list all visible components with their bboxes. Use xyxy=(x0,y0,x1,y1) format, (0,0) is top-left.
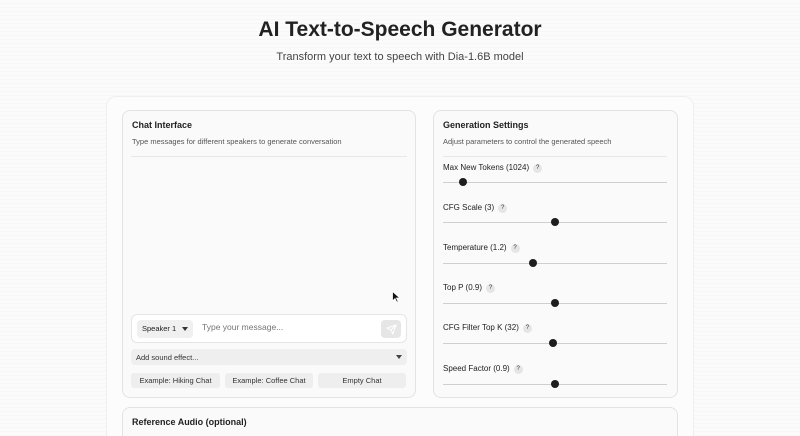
cfg-scale-label: CFG Scale (3)? xyxy=(443,203,508,213)
speed-factor-label: Speed Factor (0.9)? xyxy=(443,364,523,374)
page-subtitle: Transform your text to speech with Dia-1… xyxy=(276,51,524,63)
help-icon[interactable]: ? xyxy=(485,284,495,293)
sound-effect-select[interactable]: Add sound effect... xyxy=(131,349,407,365)
help-icon[interactable]: ? xyxy=(522,324,532,333)
mouse-pointer-icon xyxy=(392,291,401,303)
top-p-label: Top P (0.9)? xyxy=(443,283,495,293)
message-composer: Speaker 1 xyxy=(131,314,407,343)
temperature-label: Temperature (1.2)? xyxy=(443,243,520,253)
sound-effect-placeholder: Add sound effect... xyxy=(136,353,199,362)
temperature-slider[interactable] xyxy=(443,259,667,267)
settings-panel-description: Adjust parameters to control the generat… xyxy=(443,137,612,146)
settings-panel xyxy=(433,110,678,398)
speaker-select-value: Speaker 1 xyxy=(142,324,177,333)
help-icon[interactable]: ? xyxy=(513,365,523,374)
slider-thumb[interactable] xyxy=(551,218,559,226)
send-icon xyxy=(386,324,397,335)
slider-thumb[interactable] xyxy=(528,259,537,267)
help-icon[interactable]: ? xyxy=(510,244,520,253)
speed-factor-slider[interactable] xyxy=(443,380,667,388)
max-new-tokens-slider[interactable] xyxy=(443,178,667,186)
reference-audio-title: Reference Audio (optional) xyxy=(132,417,247,427)
page-title: AI Text-to-Speech Generator xyxy=(258,18,542,41)
slider-thumb[interactable] xyxy=(551,299,559,307)
empty-chat-button[interactable]: Empty Chat xyxy=(318,373,406,388)
chat-messages-area[interactable] xyxy=(131,160,407,308)
help-icon[interactable]: ? xyxy=(498,204,508,213)
chat-divider xyxy=(131,156,407,157)
slider-thumb[interactable] xyxy=(548,339,557,347)
settings-divider xyxy=(443,156,667,157)
chat-panel-description: Type messages for different speakers to … xyxy=(132,137,342,146)
chevron-down-icon xyxy=(182,327,188,331)
speaker-select[interactable]: Speaker 1 xyxy=(137,320,193,338)
example-hiking-chat-button[interactable]: Example: Hiking Chat xyxy=(131,373,220,388)
chat-panel-title: Chat Interface xyxy=(132,120,193,130)
max-new-tokens-label: Max New Tokens (1024)? xyxy=(443,163,543,173)
slider-thumb[interactable] xyxy=(551,380,559,388)
example-coffee-chat-button[interactable]: Example: Coffee Chat xyxy=(225,373,313,388)
settings-panel-title: Generation Settings xyxy=(443,120,529,130)
send-button[interactable] xyxy=(381,320,401,338)
message-input[interactable] xyxy=(202,322,372,332)
chevron-down-icon xyxy=(396,355,402,359)
cfg-scale-slider[interactable] xyxy=(443,218,667,226)
help-icon[interactable]: ? xyxy=(533,164,543,173)
cfg-filter-top-k-label: CFG Filter Top K (32)? xyxy=(443,323,532,333)
top-p-slider[interactable] xyxy=(443,299,667,307)
cfg-filter-top-k-slider[interactable] xyxy=(443,339,667,347)
